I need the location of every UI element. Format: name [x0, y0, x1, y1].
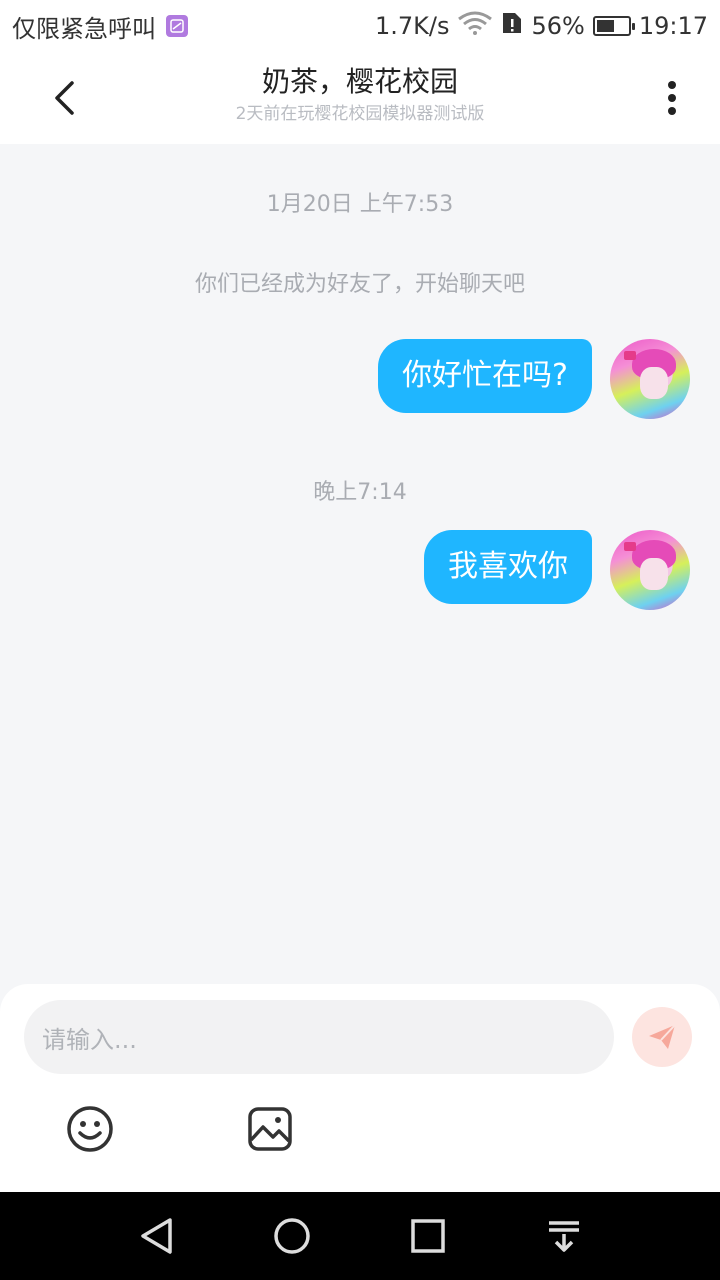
back-button[interactable] [40, 74, 88, 122]
title-block: 奶茶，樱花校园 2天前在玩樱花校园模拟器测试版 [140, 64, 580, 126]
screenshot-app-icon [166, 15, 188, 37]
nav-back-button[interactable] [132, 1212, 180, 1260]
message-bubble[interactable]: 我喜欢你 [424, 530, 592, 604]
battery-percent: 56% [531, 12, 585, 40]
avatar[interactable] [610, 530, 690, 610]
wifi-icon [457, 11, 493, 41]
avatar[interactable] [610, 339, 690, 419]
sim-alert-icon [501, 11, 523, 41]
timestamp: 晚上7:14 [313, 480, 407, 505]
nav-recents-button[interactable] [404, 1212, 452, 1260]
chat-title: 奶茶，樱花校园 [261, 65, 458, 98]
pull-down-icon [549, 1221, 579, 1252]
nav-notification-button[interactable] [540, 1212, 588, 1260]
system-message: 你们已经成为好友了，开始聊天吧 [194, 272, 525, 297]
timestamp: 1月20日 上午7:53 [266, 192, 454, 217]
emoji-icon [67, 1106, 113, 1152]
circle-home-icon [274, 1218, 310, 1254]
more-button[interactable] [648, 74, 696, 122]
message-bubble[interactable]: 你好忙在吗? [378, 339, 592, 413]
send-button[interactable] [632, 1007, 692, 1067]
chat-area: 1月20日 上午7:53 你们已经成为好友了，开始聊天吧 你好忙在吗? 晚上7:… [0, 144, 720, 984]
carrier-text: 仅限紧急呼叫 [12, 14, 156, 43]
square-recents-icon [411, 1219, 445, 1253]
message-input[interactable]: 请输入... [24, 1000, 614, 1074]
send-icon [649, 1024, 676, 1049]
image-icon [248, 1107, 292, 1151]
message-row: 我喜欢你 [424, 530, 690, 610]
input-placeholder: 请输入... [42, 1025, 137, 1054]
status-right: 1.7K/s 56% 19:17 [375, 11, 708, 41]
clock: 19:17 [638, 12, 708, 40]
chat-subtitle: 2天前在玩樱花校园模拟器测试版 [235, 104, 485, 124]
more-vertical-icon [668, 81, 676, 115]
status-bar: 仅限紧急呼叫 1.7K/s 56% 19:17 [0, 0, 720, 52]
system-nav-bar [0, 1192, 720, 1280]
triangle-back-icon [141, 1218, 172, 1254]
nav-home-button[interactable] [268, 1212, 316, 1260]
message-row: 你好忙在吗? [378, 339, 690, 419]
emoji-button[interactable] [65, 1104, 115, 1154]
net-speed: 1.7K/s [374, 12, 450, 40]
battery-icon [592, 16, 635, 36]
chat-header: 奶茶，樱花校园 2天前在玩樱花校园模拟器测试版 [0, 52, 720, 144]
input-panel: 请输入... [0, 984, 720, 1192]
status-left: 仅限紧急呼叫 [12, 9, 188, 44]
image-button[interactable] [245, 1104, 295, 1154]
chevron-left-icon [55, 81, 74, 115]
